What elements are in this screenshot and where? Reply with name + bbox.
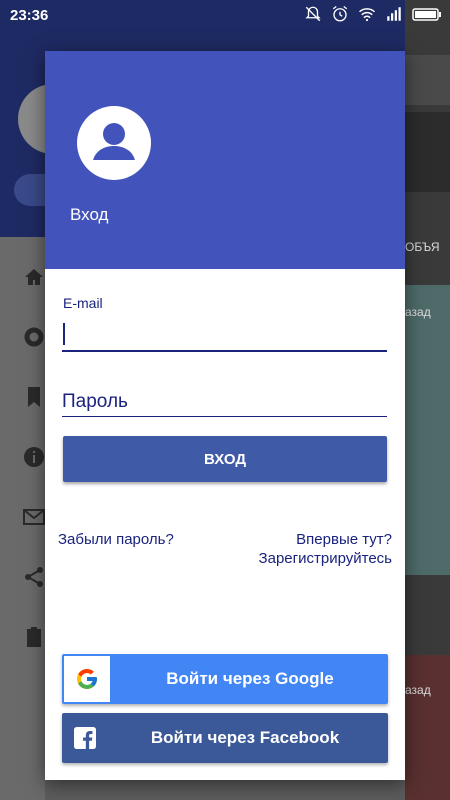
facebook-signin-button[interactable]: Войти через Facebook	[62, 713, 388, 763]
background-badge	[14, 174, 46, 206]
forgot-password-link[interactable]: Забыли пароль?	[58, 531, 174, 548]
google-signin-button[interactable]: Войти через Google	[62, 654, 388, 704]
muted-bell-icon	[304, 5, 322, 23]
info-icon	[22, 445, 46, 469]
settings-icon	[22, 325, 46, 349]
email-field[interactable]	[62, 321, 387, 349]
password-field-wrapper	[62, 389, 387, 419]
background-content	[405, 0, 450, 800]
register-link[interactable]: Зарегистрируйтесь	[259, 550, 392, 567]
facebook-button-label: Войти через Facebook	[150, 728, 340, 747]
home-icon	[22, 265, 46, 289]
background-label: азад	[405, 683, 431, 697]
login-button[interactable]: ВХОД	[63, 436, 387, 482]
dialog-header: Вход	[45, 51, 405, 269]
email-label: E-mail	[63, 295, 103, 311]
password-underline	[62, 416, 387, 417]
avatar-icon	[77, 106, 151, 180]
clipboard-icon	[22, 625, 46, 649]
login-dialog: Вход E-mail ВХОД Забыли пароль? Впервые …	[45, 51, 405, 780]
bookmark-icon	[22, 385, 46, 409]
background-drawer	[0, 237, 45, 800]
google-icon	[77, 669, 97, 689]
signal-icon	[385, 5, 403, 23]
dialog-title: Вход	[70, 205, 109, 224]
google-logo-box	[64, 656, 110, 702]
alarm-icon	[331, 5, 349, 23]
background-label: азад	[405, 305, 431, 319]
status-bar: 23:36	[0, 0, 450, 32]
text-cursor	[63, 323, 65, 345]
share-icon	[22, 565, 46, 589]
battery-icon	[412, 5, 442, 23]
mail-icon	[22, 505, 46, 529]
facebook-icon	[74, 727, 96, 749]
google-button-label: Войти через Google	[166, 669, 334, 688]
wifi-icon	[358, 5, 376, 23]
email-underline	[62, 350, 387, 352]
background-label: ОБЪЯ	[405, 240, 440, 254]
first-time-link[interactable]: Впервые тут?	[296, 531, 392, 548]
status-time: 23:36	[10, 7, 49, 24]
email-field-wrapper	[62, 321, 387, 353]
password-field[interactable]	[62, 389, 387, 415]
